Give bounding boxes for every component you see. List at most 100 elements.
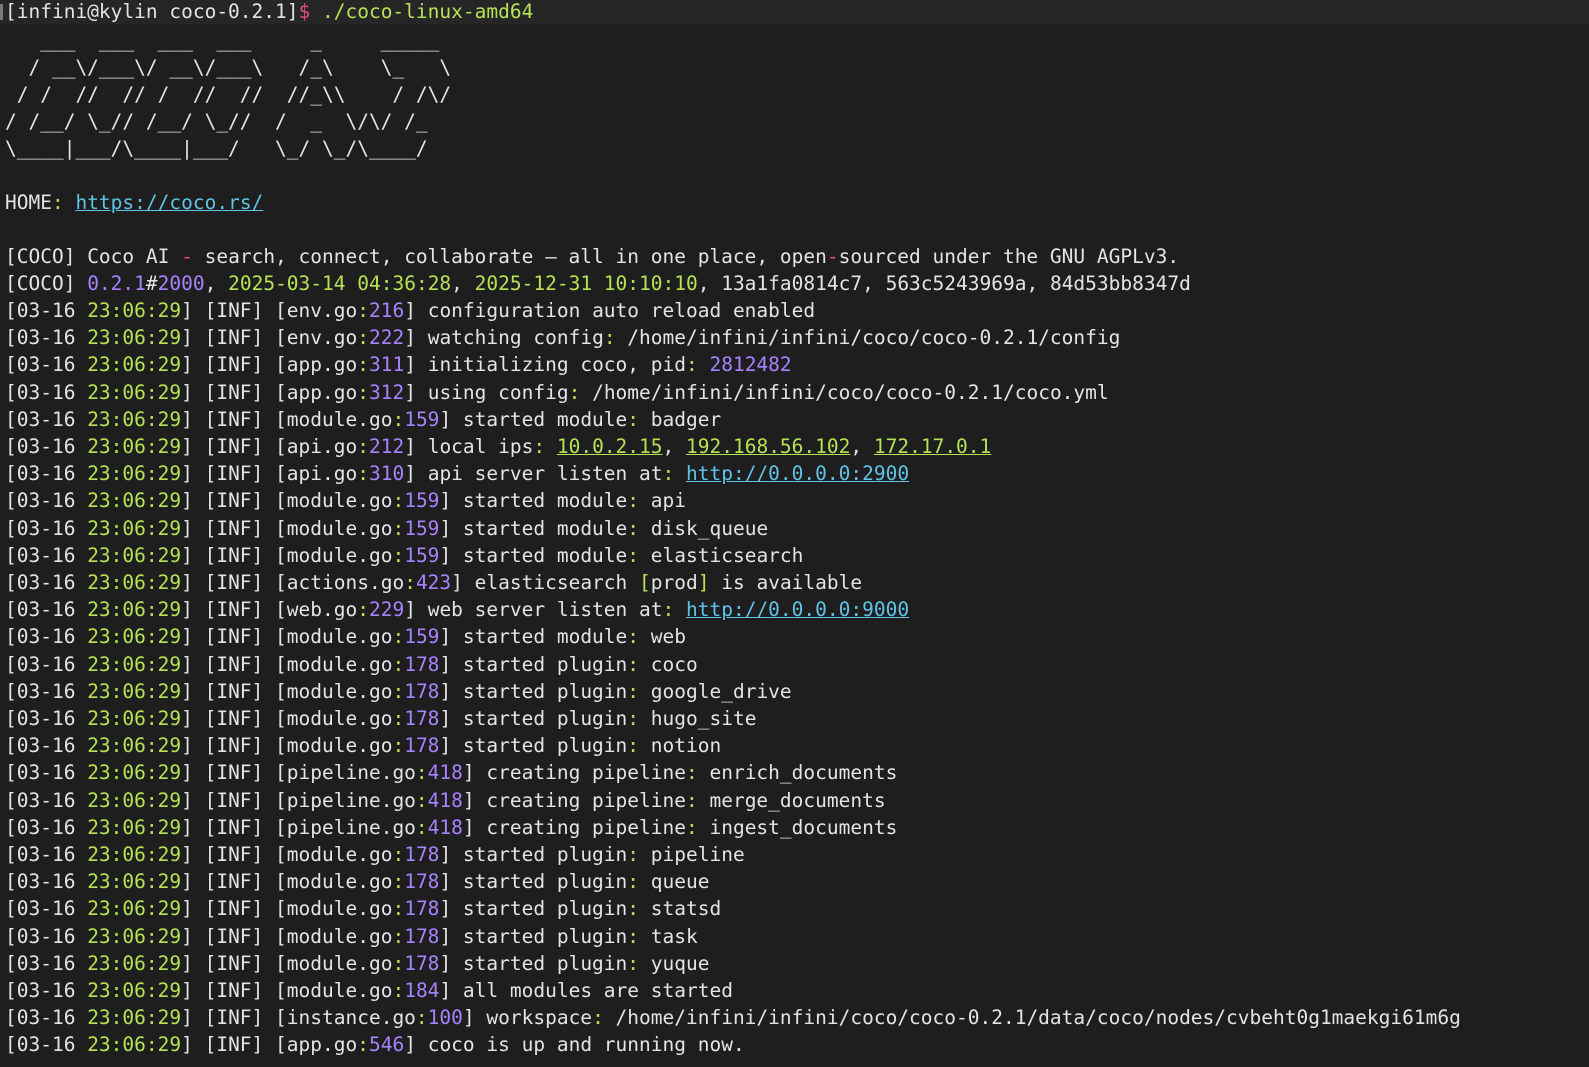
log-line: [03-16 23:06:29] [INF] [module.go:178] s… (5, 870, 710, 894)
log-source-line: 178 (404, 734, 440, 758)
log-source-line: 159 (404, 489, 440, 513)
log-line: [03-16 23:06:29] [INF] [app.go:546] coco… (5, 1033, 745, 1057)
banner-line-2: / __\/___\/ __\/___\ /_\ \_ \ (5, 56, 452, 79)
home-link[interactable]: https://coco.rs/ (75, 191, 263, 214)
log-source-line: 212 (368, 435, 405, 458)
log-line: [03-16 23:06:29] [INF] [module.go:159] s… (5, 489, 687, 513)
log-time: 23:06:29 (87, 924, 182, 948)
log-date: [03-16 (5, 571, 88, 594)
log-message: started module (462, 489, 628, 513)
command-prompt: [infini@kylin coco-0.2.1]$ ./coco-linux-… (5, 0, 533, 25)
log-message: started module (462, 625, 628, 649)
log-date: [03-16 (5, 625, 88, 649)
log-time: 23:06:29 (87, 1033, 182, 1057)
log-line: [03-16 23:06:29] [INF] [env.go:216] conf… (5, 299, 816, 322)
log-source-file: module.go (286, 679, 393, 703)
log-date: [03-16 (5, 543, 88, 567)
prompt-symbol: $ (298, 0, 311, 23)
expire-date: 2025-12-31 10:10:10 (474, 272, 698, 295)
log-date: [03-16 (5, 761, 88, 785)
log-source-file: actions.go (286, 571, 405, 594)
log-line: [03-16 23:06:29] [INF] [app.go:312] usin… (5, 380, 1109, 404)
coco-tag: [COCO] (5, 245, 76, 268)
log-message-tail: is available (709, 571, 863, 594)
log-source-file: app.go (286, 353, 358, 377)
log-line: [03-16 23:06:29] [INF] [pipeline.go:418]… (5, 815, 898, 839)
log-line: [03-16 23:06:29] [INF] [module.go:178] s… (5, 734, 722, 758)
log-source-file: api.go (286, 435, 358, 458)
log-value: disk_queue (650, 516, 769, 540)
terminal-window[interactable]: [infini@kylin coco-0.2.1]$ ./coco-linux-… (0, 0, 1589, 1067)
log-url-link[interactable]: http://0.0.0.0:2900 (686, 462, 909, 485)
log-value: statsd (650, 897, 722, 921)
commit-hash-1: 13a1fa0814c7 (721, 272, 863, 295)
log-source-file: api.go (286, 462, 358, 486)
log-line: [03-16 23:06:29] [INF] [module.go:178] s… (5, 707, 757, 730)
log-time: 23:06:29 (87, 788, 182, 812)
log-message: started plugin (462, 951, 628, 975)
log-date: [03-16 (5, 897, 88, 921)
log-value: google_drive (650, 679, 792, 703)
log-message: started plugin (462, 679, 628, 703)
log-ip-address: 172.17.0.1 (873, 435, 992, 458)
log-tag: prod (650, 571, 698, 594)
coco-description-line: [COCO] Coco AI - search, connect, collab… (5, 245, 1180, 268)
log-value: yuque (650, 951, 710, 975)
log-source-file: module.go (286, 924, 393, 948)
log-source-file: env.go (286, 326, 358, 350)
log-date: [03-16 (5, 734, 88, 758)
log-date: [03-16 (5, 407, 88, 431)
log-value: badger (650, 407, 722, 431)
commit-hash-2: 563c5243969a (885, 272, 1027, 295)
log-message: creating pipeline (486, 815, 686, 839)
log-date: [03-16 (5, 788, 88, 812)
log-source-line: 418 (427, 815, 463, 839)
log-message: started module (462, 543, 628, 567)
log-line: [03-16 23:06:29] [INF] [module.go:178] s… (5, 897, 722, 921)
log-source-line: 310 (368, 462, 405, 486)
log-source-line: 159 (404, 516, 440, 540)
log-source-line: 178 (404, 843, 440, 866)
log-value: hugo_site (650, 707, 757, 730)
log-time: 23:06:29 (87, 380, 182, 404)
log-message: web server listen at (427, 598, 663, 622)
log-value: task (650, 924, 698, 948)
log-line: [03-16 23:06:29] [INF] [module.go:178] s… (5, 679, 792, 703)
log-date: [03-16 (5, 870, 88, 894)
log-source-file: env.go (286, 299, 358, 322)
log-message: watching config (427, 326, 604, 350)
log-ip-address: 10.0.2.15 (556, 435, 663, 458)
log-value: elasticsearch (650, 543, 804, 567)
log-source-file: pipeline.go (286, 815, 416, 839)
log-date: [03-16 (5, 679, 88, 703)
log-time: 23:06:29 (87, 679, 182, 703)
log-message: started module (462, 516, 628, 540)
log-url-link[interactable]: http://0.0.0.0:9000 (686, 598, 909, 621)
scroll-marker (0, 4, 3, 20)
log-time: 23:06:29 (87, 489, 182, 513)
log-source-file: module.go (286, 407, 393, 431)
log-time: 23:06:29 (87, 1006, 182, 1030)
log-value: ingest_documents (709, 815, 898, 839)
log-source-file: module.go (286, 979, 393, 1002)
log-source-line: 178 (404, 870, 440, 894)
log-source-file: module.go (286, 951, 393, 975)
log-value: /home/infini/infini/coco/coco-0.2.1/data… (615, 1006, 1461, 1030)
log-message: using config (427, 380, 569, 404)
log-value: merge_documents (709, 788, 886, 812)
log-time: 23:06:29 (87, 353, 182, 377)
log-line: [03-16 23:06:29] [INF] [api.go:310] api … (5, 462, 910, 486)
log-message: api server listen at (427, 462, 663, 486)
log-source-line: 178 (404, 897, 440, 921)
log-time: 23:06:29 (87, 761, 182, 785)
log-line: [03-16 23:06:29] [INF] [module.go:178] s… (5, 951, 710, 975)
log-time: 23:06:29 (87, 571, 182, 594)
commit-hash-3: 84d53bb8347d (1049, 272, 1191, 295)
log-line: [03-16 23:06:29] [INF] [actions.go:423] … (5, 571, 863, 594)
log-date: [03-16 (5, 924, 88, 948)
build-number: 2000 (157, 272, 205, 295)
log-time: 23:06:29 (87, 326, 182, 350)
log-ip-address: 192.168.56.102 (686, 435, 851, 458)
log-date: [03-16 (5, 489, 88, 513)
log-message: local ips (427, 435, 534, 458)
